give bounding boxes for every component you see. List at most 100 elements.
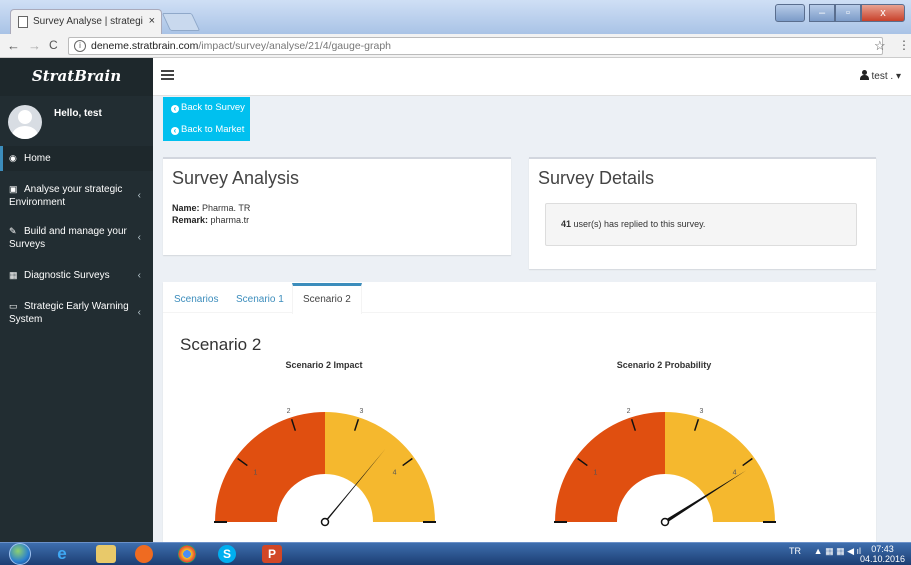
chevron-left-icon: ‹	[137, 307, 141, 318]
survey-details-box: Survey Details 41 user(s) has replied to…	[529, 157, 876, 269]
impact-gauge: Scenario 2 Impact 1 2 3 4	[214, 360, 436, 527]
gauge-tick-label: 2	[627, 408, 631, 415]
gauge-tick-label: 2	[287, 408, 291, 415]
survey-details-title: Survey Details	[538, 168, 655, 188]
sidebar-item-label: Strategic Early Warning System	[9, 301, 129, 325]
gauge-title: Scenario 2 Probability	[617, 360, 712, 370]
logo[interactable]: StratBrain	[0, 58, 153, 96]
powerpoint-icon[interactable]: P	[262, 545, 282, 563]
tab-scenario-2[interactable]: Scenario 2	[292, 283, 362, 314]
back-to-market-label: Back to Market	[181, 124, 245, 135]
probability-gauge: Scenario 2 Probability 1 2 3 4	[554, 360, 776, 527]
edit-icon: ✎	[9, 226, 17, 236]
browser-titlebar: Survey Analyse | strategi × – ▫ x	[0, 0, 911, 34]
minimize-button[interactable]: –	[809, 4, 835, 22]
sidebar-item-label: Diagnostic Surveys	[24, 270, 110, 281]
clock[interactable]: 07:43 04.10.2016	[860, 544, 905, 564]
hamburger-menu-icon[interactable]	[161, 70, 174, 80]
url-input[interactable]: i deneme.stratbrain.com/impact/survey/ana…	[68, 37, 883, 55]
back-to-survey-button[interactable]: ‹ Back to Survey	[163, 97, 250, 119]
clock-time: 07:43	[871, 544, 894, 554]
bookmark-star-icon[interactable]: ☆	[874, 38, 886, 54]
sidebar-item-surveys[interactable]: ✎ Build and manage your Surveys ‹	[0, 219, 153, 257]
survey-analysis-box: Survey Analysis Name: Pharma. TR Remark:…	[163, 157, 511, 255]
close-window-button[interactable]: x	[861, 4, 905, 22]
reply-count: 41	[561, 219, 572, 229]
circle-arrow-left-icon: ‹	[171, 127, 179, 135]
chevron-left-icon: ‹	[137, 232, 141, 243]
sidebar-item-analyse[interactable]: ▣ Analyse your strategic Environment ‹	[0, 177, 153, 215]
tab-scenario-1[interactable]: Scenario 1	[236, 294, 284, 305]
gauge-needle-pivot	[660, 517, 670, 527]
reply-count-well: 41 user(s) has replied to this survey.	[545, 203, 857, 246]
gauge-tick-label: 1	[593, 469, 597, 476]
name-value: Pharma. TR	[202, 203, 251, 213]
reply-text: user(s) has replied to this survey.	[573, 219, 706, 229]
survey-analysis-info: Name: Pharma. TR Remark: pharma.tr	[163, 189, 511, 226]
avatar	[8, 105, 42, 139]
gauge-band-high	[665, 412, 775, 522]
windows-taskbar: e S P TR ▲ ▦ ▦ ◀ ıl 07:43 04.10.2016	[0, 542, 911, 565]
gauge-title: Scenario 2 Impact	[285, 360, 362, 370]
survey-analysis-title: Survey Analysis	[172, 168, 300, 188]
info-icon[interactable]: i	[74, 40, 86, 52]
language-indicator[interactable]: TR	[789, 546, 801, 556]
address-bar: ← → C i deneme.stratbrain.com/impact/surv…	[0, 34, 911, 58]
sidebar-item-early-warning[interactable]: ▭ Strategic Early Warning System ‹	[0, 294, 153, 332]
reload-icon[interactable]: C	[49, 38, 58, 52]
browser-tab[interactable]: Survey Analyse | strategi ×	[10, 9, 162, 34]
chevron-left-icon: ‹	[137, 269, 141, 281]
back-to-market-button[interactable]: ‹ Back to Market	[163, 119, 250, 141]
sidebar: StratBrain Hello, test ◉ Home ▣ Analyse yo…	[0, 58, 153, 542]
gauge-tick-label: 1	[253, 469, 257, 476]
scenario-heading: Scenario 2	[180, 335, 262, 354]
gauge-band-high	[325, 412, 435, 522]
greeting: Hello, test	[54, 108, 102, 119]
gauge-band-low	[555, 412, 665, 522]
tab-scenarios[interactable]: Scenarios	[174, 294, 218, 305]
sidebar-item-home[interactable]: ◉ Home	[0, 146, 153, 171]
back-arrow-icon[interactable]: ←	[7, 38, 20, 53]
sidebar-item-label: Build and manage your Surveys	[9, 226, 127, 250]
sidebar-item-label: Analyse your strategic Environment	[9, 184, 123, 208]
chrome-icon[interactable]	[178, 545, 196, 563]
browser-menu-icon[interactable]: ⋮	[898, 38, 910, 52]
image-icon: ▣	[9, 184, 18, 194]
user-menu[interactable]: test . ▾	[859, 70, 901, 82]
calendar-icon: ▦	[9, 270, 18, 280]
laptop-icon: ▭	[9, 301, 18, 311]
tab-title: Survey Analyse | strategi	[33, 16, 143, 27]
tab-close-icon[interactable]: ×	[149, 15, 155, 27]
maximize-button[interactable]: ▫	[835, 4, 861, 22]
remark-label: Remark:	[172, 215, 209, 225]
sidebar-item-diagnostic[interactable]: ▦ Diagnostic Surveys ‹	[0, 263, 153, 288]
remark-value: pharma.tr	[210, 215, 250, 225]
gauge-tick-label: 4	[393, 469, 397, 476]
ie-icon[interactable]: e	[52, 545, 72, 563]
url-path: /impact/survey/analyse/21/4/gauge-graph	[198, 40, 392, 52]
start-button[interactable]	[9, 543, 31, 565]
system-tray-icons[interactable]: ▲ ▦ ▦ ◀ ıl	[814, 546, 861, 557]
media-player-icon[interactable]	[135, 545, 153, 563]
forward-arrow-icon[interactable]: →	[28, 38, 41, 53]
document-icon	[18, 16, 28, 28]
gauge-tick-label: 4	[733, 469, 737, 476]
user-panel: Hello, test	[0, 96, 153, 146]
top-header: test . ▾	[153, 58, 911, 96]
scenario-tabs-box: Scenarios Scenario 1 Scenario 2 Scenario…	[163, 282, 876, 542]
gauge-tick-label: 3	[360, 408, 364, 415]
dashboard-icon: ◉	[9, 153, 17, 163]
folder-icon[interactable]	[96, 545, 116, 563]
caret-down-icon: ▾	[895, 71, 901, 82]
sidebar-item-label: Home	[24, 153, 51, 164]
user-name: test .	[871, 71, 894, 82]
user-icon	[859, 70, 869, 80]
skype-icon[interactable]: S	[218, 545, 236, 563]
name-label: Name:	[172, 203, 200, 213]
user-profile-icon[interactable]	[775, 4, 805, 22]
gauge-tick-label: 3	[700, 408, 704, 415]
new-tab-button[interactable]	[161, 13, 201, 31]
gauge-needle-pivot	[320, 517, 330, 527]
window-controls: – ▫ x	[775, 4, 905, 22]
clock-date: 04.10.2016	[859, 554, 905, 564]
